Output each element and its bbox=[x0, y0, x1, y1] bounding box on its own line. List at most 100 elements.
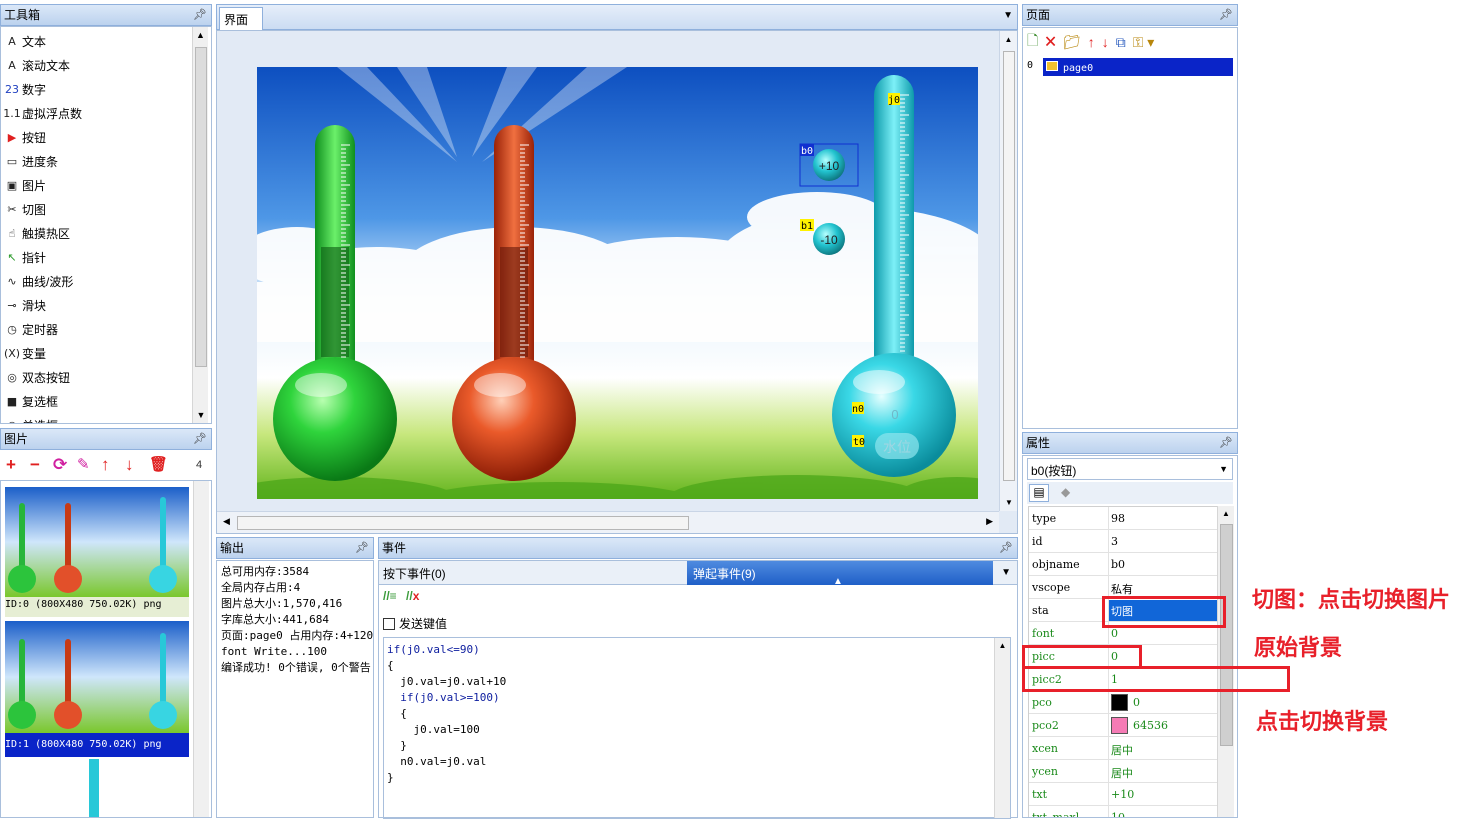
property-value[interactable]: 居中 bbox=[1111, 765, 1133, 781]
picture-item[interactable]: ID:0 (800X480 750.02K) png bbox=[5, 487, 189, 617]
page-list-item[interactable]: 0 page0 bbox=[1027, 58, 1235, 76]
send-key-checkbox-row[interactable]: 发送键值 bbox=[383, 615, 447, 632]
pictures-scrollbar[interactable] bbox=[193, 481, 209, 817]
scroll-up-icon[interactable]: ▲ bbox=[1000, 35, 1017, 44]
pin-icon[interactable]: 📌︎ bbox=[193, 429, 207, 449]
toolbox-item[interactable]: ◷ 定时器 bbox=[5, 317, 58, 341]
toolbox-item[interactable]: ◎ 双态按钮 bbox=[5, 365, 70, 389]
toolbox-item-label: 数字 bbox=[22, 82, 47, 97]
property-value[interactable]: 3 bbox=[1111, 535, 1118, 548]
properties-scrollbar[interactable]: ▲ bbox=[1217, 506, 1234, 817]
add-page-icon[interactable]: 🗋︎ bbox=[1027, 30, 1038, 54]
property-value[interactable]: 64536 bbox=[1133, 719, 1168, 732]
scroll-up-icon[interactable]: ▲ bbox=[193, 27, 208, 43]
scroll-down-icon[interactable]: ▼ bbox=[193, 407, 209, 423]
toolbox-item[interactable]: ☝ 触摸热区 bbox=[5, 221, 70, 245]
toolbox-item[interactable]: ↖ 指针 bbox=[5, 245, 46, 269]
tab-canvas[interactable]: 界面 bbox=[219, 7, 263, 31]
property-value[interactable]: 98 bbox=[1111, 512, 1125, 525]
color-swatch[interactable] bbox=[1111, 694, 1128, 711]
edit-icon[interactable]: ✎ bbox=[77, 452, 90, 478]
uncomment-icon[interactable]: //x bbox=[406, 589, 419, 603]
tab-dropdown-icon[interactable]: ▼ bbox=[1003, 10, 1013, 21]
pin-icon[interactable]: 📌︎ bbox=[999, 538, 1013, 558]
scroll-up-icon[interactable]: ▲ bbox=[1218, 509, 1234, 518]
toolbox-item[interactable]: 23 数字 bbox=[5, 77, 46, 101]
property-row-type[interactable]: type 98 bbox=[1029, 507, 1217, 530]
property-row-pco2[interactable]: pco2 64536 bbox=[1029, 714, 1217, 737]
property-value[interactable]: 0 bbox=[1133, 696, 1140, 709]
scroll-left-icon[interactable]: ◀ bbox=[223, 516, 230, 527]
code-editor[interactable]: if(j0.val<=90) { j0.val=j0.val+10 if(j0.v… bbox=[383, 637, 1011, 819]
object-selector[interactable]: b0(按钮) ▼ bbox=[1027, 458, 1233, 480]
categorized-icon[interactable]: ▤ bbox=[1029, 484, 1049, 502]
scroll-thumb[interactable] bbox=[237, 516, 689, 530]
property-row-id[interactable]: id 3 bbox=[1029, 530, 1217, 553]
property-row-objname[interactable]: objname b0 bbox=[1029, 553, 1217, 576]
toolbox-item-label: 单选框 bbox=[22, 417, 58, 424]
toolbox-item[interactable]: ∿ 曲线/波形 bbox=[5, 269, 73, 293]
scroll-thumb[interactable] bbox=[1003, 51, 1015, 481]
tab-release-event[interactable]: 弹起事件(9) ▲ bbox=[687, 561, 993, 587]
move-up-icon[interactable]: ↑ bbox=[1088, 34, 1095, 50]
scroll-thumb[interactable] bbox=[195, 47, 207, 367]
toolbox-item[interactable]: ✂ 切图 bbox=[5, 197, 46, 221]
toolbox-item[interactable]: ▶ 按钮 bbox=[5, 125, 46, 149]
property-row-ycen[interactable]: ycen 居中 bbox=[1029, 760, 1217, 783]
canvas-hscrollbar[interactable]: ◀ ▶ bbox=[217, 511, 999, 533]
toolbox-item[interactable]: ■ 复选框 bbox=[5, 389, 58, 413]
property-value[interactable]: 0 bbox=[1111, 627, 1118, 640]
code-scrollbar[interactable]: ▲ bbox=[994, 638, 1010, 818]
tab-dropdown-icon[interactable]: ▼ bbox=[1001, 567, 1011, 578]
color-swatch[interactable] bbox=[1111, 717, 1128, 734]
pin-icon[interactable]: 📌︎ bbox=[1219, 433, 1233, 453]
comment-icon[interactable]: //≡ bbox=[383, 589, 397, 603]
property-value[interactable]: 10 bbox=[1111, 811, 1125, 817]
move-up-icon[interactable]: ↑ bbox=[101, 452, 110, 478]
property-value[interactable]: b0 bbox=[1111, 558, 1125, 571]
property-row-xcen[interactable]: xcen 居中 bbox=[1029, 737, 1217, 760]
tab-canvas-label: 界面 bbox=[224, 13, 249, 27]
toolbox-item[interactable]: (X) 变量 bbox=[4, 341, 46, 365]
toolbox-item[interactable]: ◉单选框 bbox=[5, 413, 58, 424]
pin-icon[interactable]: 📌︎ bbox=[355, 538, 369, 558]
scroll-down-icon[interactable]: ▼ bbox=[1000, 498, 1018, 507]
add-icon[interactable]: + bbox=[6, 452, 16, 478]
property-value[interactable]: 私有 bbox=[1111, 581, 1133, 597]
scroll-right-icon[interactable]: ▶ bbox=[986, 516, 993, 527]
toolbox-scrollbar[interactable]: ▲ ▼ bbox=[192, 27, 208, 423]
insert-page-icon[interactable]: 📁︎ bbox=[1063, 34, 1081, 51]
picture-item-selected[interactable]: ID:1 (800X480 750.02K) png bbox=[5, 621, 189, 757]
events-icon[interactable]: ◆ bbox=[1061, 485, 1070, 499]
t0-text[interactable]: 水位 bbox=[883, 440, 911, 456]
toolbox-item[interactable]: ⊸ 滑块 bbox=[5, 293, 46, 317]
copy-page-icon[interactable]: ⧉ bbox=[1116, 34, 1126, 51]
canvas-vscrollbar[interactable]: ▲ ▼ bbox=[999, 31, 1017, 511]
toolbox-item[interactable]: ▭ 进度条 bbox=[5, 149, 58, 173]
toolbox-item[interactable]: ▣ 图片 bbox=[5, 173, 46, 197]
toolbox-item[interactable]: A 文本 bbox=[5, 29, 46, 53]
event-toolbar: //≡ //x bbox=[383, 589, 419, 609]
n0-value[interactable]: 0 bbox=[891, 407, 898, 422]
refresh-icon[interactable]: ⟳ bbox=[53, 452, 67, 478]
page-options-icon[interactable]: ⚿ ▾ bbox=[1133, 34, 1155, 51]
property-row-txt-maxl[interactable]: txt_maxl 10 bbox=[1029, 806, 1217, 817]
delete-icon[interactable]: 🗑︎ bbox=[149, 452, 168, 478]
move-down-icon[interactable]: ↓ bbox=[1102, 34, 1109, 50]
property-row-pco[interactable]: pco 0 bbox=[1029, 691, 1217, 714]
pin-icon[interactable]: 📌︎ bbox=[1219, 5, 1233, 25]
property-value[interactable]: 居中 bbox=[1111, 742, 1133, 758]
chevron-down-icon[interactable]: ▼ bbox=[1219, 464, 1228, 474]
send-key-checkbox[interactable] bbox=[383, 617, 395, 630]
toolbox-item[interactable]: A 滚动文本 bbox=[5, 53, 70, 77]
tab-press-event[interactable]: 按下事件(0) bbox=[383, 565, 446, 582]
scroll-thumb[interactable] bbox=[1220, 524, 1233, 746]
remove-icon[interactable]: − bbox=[30, 452, 40, 478]
move-down-icon[interactable]: ↓ bbox=[125, 452, 134, 478]
j0-label[interactable]: j0 bbox=[888, 95, 900, 106]
toolbox-item[interactable]: 1.1 虚拟浮点数 bbox=[3, 101, 82, 125]
pin-icon[interactable]: 📌︎ bbox=[193, 5, 207, 25]
delete-page-icon[interactable]: 🗙︎ bbox=[1045, 30, 1056, 54]
property-row-txt[interactable]: txt +10 bbox=[1029, 783, 1217, 806]
property-value[interactable]: +10 bbox=[1111, 788, 1134, 801]
